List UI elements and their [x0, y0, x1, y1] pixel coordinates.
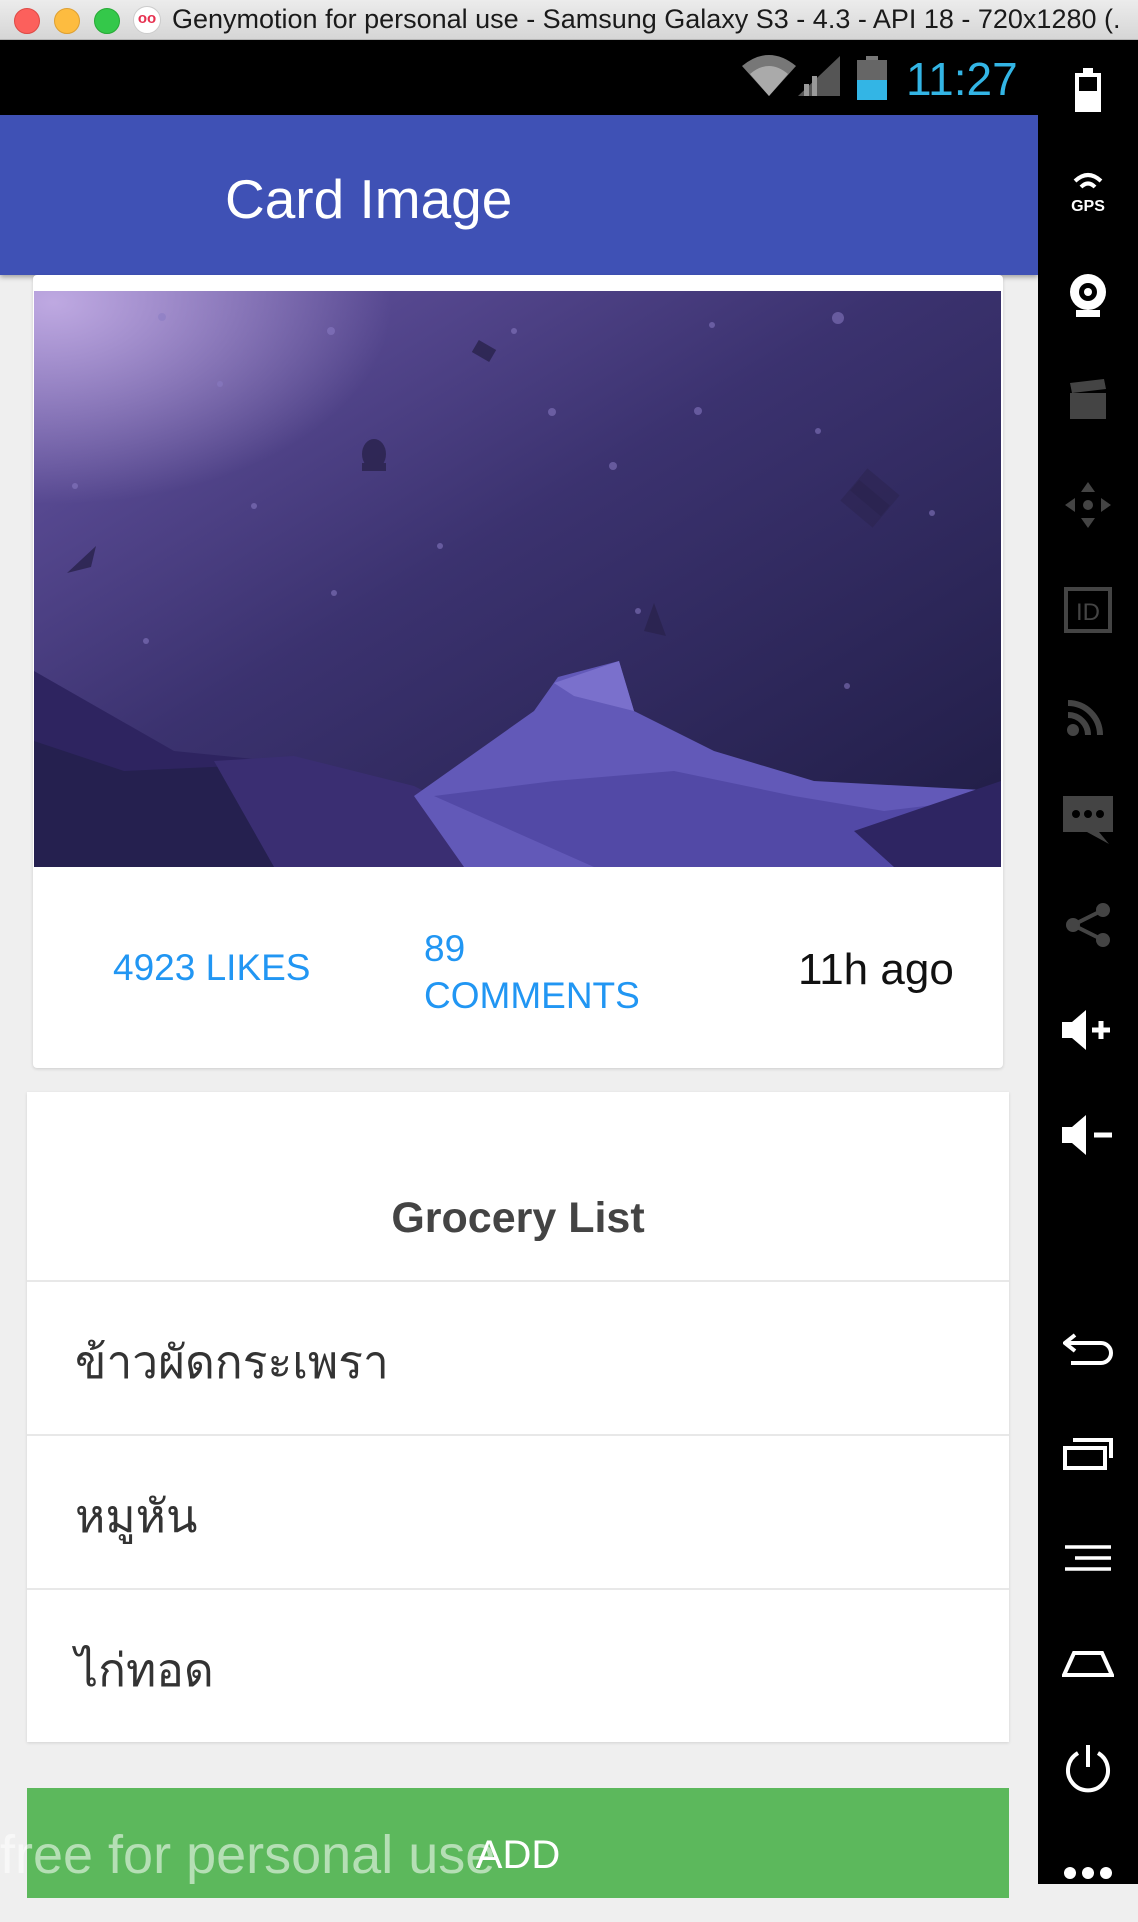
gps-icon: GPS [1071, 173, 1105, 213]
list-item[interactable]: ข้าวผัดกระเพรา [27, 1280, 1009, 1433]
emulator-side-toolbar: GPS ID [1038, 40, 1138, 1884]
battery-icon [1075, 68, 1101, 112]
gps-widget-button[interactable]: GPS [1038, 150, 1138, 230]
dpad-icon [1065, 482, 1111, 528]
dpad-widget-button[interactable] [1038, 465, 1138, 545]
comments-label: COMMENTS [424, 975, 640, 1016]
time-ago: 11h ago [798, 945, 954, 994]
network-icon [1067, 700, 1103, 736]
network-widget-button[interactable] [1038, 675, 1138, 755]
wifi-icon [742, 55, 796, 96]
recent-apps-button[interactable] [1038, 1413, 1138, 1493]
more-icon [1064, 1867, 1112, 1879]
genymotion-logo-icon: oo [133, 6, 161, 34]
back-button[interactable] [1038, 1308, 1138, 1388]
share-widget-button[interactable] [1038, 885, 1138, 965]
battery-widget-button[interactable] [1038, 50, 1138, 130]
battery-icon [857, 56, 887, 100]
list-item-label: หมูหัน [75, 1490, 198, 1542]
volume-up-button[interactable] [1038, 990, 1138, 1070]
grocery-list-title: Grocery List [391, 1194, 645, 1242]
menu-button[interactable] [1038, 1518, 1138, 1598]
capture-icon [1070, 379, 1106, 419]
comments-count: 89 [424, 928, 466, 969]
device-id-widget-button[interactable]: ID [1038, 570, 1138, 650]
watermark-text: free for personal use [0, 1825, 496, 1885]
sms-icon [1063, 796, 1113, 844]
window-title: Genymotion for personal use - Samsung Ga… [172, 4, 1122, 34]
recent-apps-icon [1063, 1438, 1113, 1470]
volume-up-icon [1062, 1010, 1110, 1050]
zoom-window-button[interactable] [94, 8, 120, 34]
capture-widget-button[interactable] [1038, 360, 1138, 440]
cell-signal-icon [798, 56, 840, 96]
list-item[interactable]: หมูหัน [27, 1434, 1009, 1587]
list-item-label: ข้าวผัดกระเพรา [75, 1336, 389, 1388]
webcam-widget-button[interactable] [1038, 255, 1138, 335]
home-button[interactable] [1038, 1623, 1138, 1703]
app-bar-title: Card Image [225, 168, 513, 230]
more-button[interactable] [1038, 1833, 1138, 1913]
sms-widget-button[interactable] [1038, 780, 1138, 860]
volume-down-icon [1062, 1115, 1112, 1155]
list-item[interactable]: ไก่ทอด [27, 1588, 1009, 1741]
home-icon [1062, 1651, 1114, 1677]
close-window-button[interactable] [14, 8, 40, 34]
gps-label: GPS [1071, 198, 1105, 213]
power-button[interactable] [1038, 1728, 1138, 1808]
app-bar: Card Image [0, 115, 1038, 275]
comments-button[interactable]: 89 COMMENTS [424, 925, 684, 1019]
share-icon [1066, 903, 1110, 947]
status-bar-clock: 11:27 [906, 53, 1018, 105]
back-icon [1063, 1333, 1113, 1365]
power-icon [1066, 1745, 1110, 1793]
webcam-icon [1070, 274, 1106, 317]
card-image [34, 291, 1001, 867]
grocery-list-card: Grocery List ข้าวผัดกระเพรา หมูหัน ไก่ทอ… [27, 1092, 1009, 1742]
id-label: ID [1076, 599, 1100, 626]
list-item-label: ไก่ทอด [75, 1644, 214, 1696]
status-bar: 11:27 [0, 40, 1038, 115]
window-titlebar: oo Genymotion for personal use - Samsung… [0, 0, 1138, 40]
image-card: 4923 LIKES 89 COMMENTS 11h ago [33, 275, 1003, 1068]
menu-icon [1065, 1545, 1111, 1571]
minimize-window-button[interactable] [54, 8, 80, 34]
id-icon: ID [1064, 587, 1112, 633]
likes-button[interactable]: 4923 LIKES [113, 947, 310, 989]
volume-down-button[interactable] [1038, 1095, 1138, 1175]
